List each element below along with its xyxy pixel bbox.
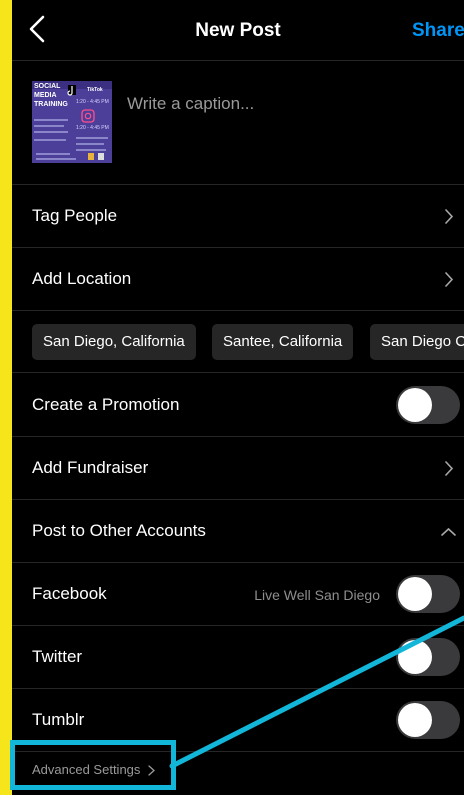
annotation-pointer-line	[169, 615, 464, 769]
